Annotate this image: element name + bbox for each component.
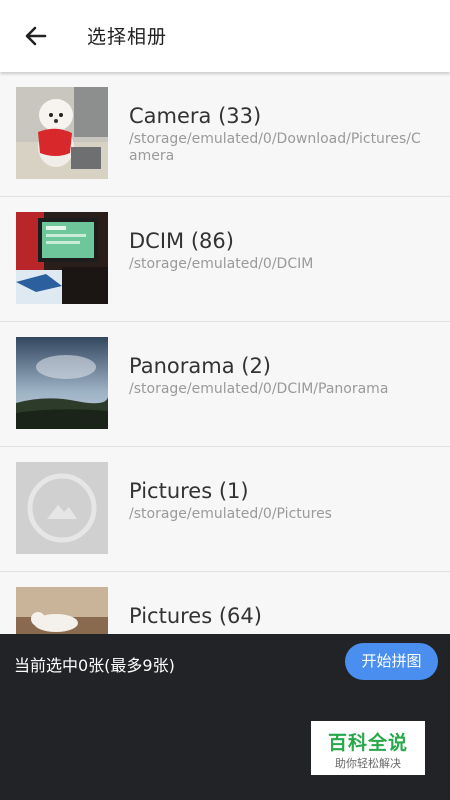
album-list[interactable]: Camera (33) /storage/emulated/0/Download…	[0, 72, 450, 634]
page-title: 选择相册	[87, 26, 168, 48]
album-item-pictures-64[interactable]: Pictures (64)	[0, 572, 450, 634]
album-item-panorama[interactable]: Panorama (2) /storage/emulated/0/DCIM/Pa…	[0, 322, 450, 447]
album-thumbnail-placeholder	[16, 462, 108, 554]
album-path: /storage/emulated/0/DCIM/Panorama	[129, 381, 389, 397]
selection-count-label: 当前选中0张(最多9张)	[14, 656, 175, 675]
album-path: /storage/emulated/0/DCIM	[129, 256, 314, 272]
album-item-pictures[interactable]: Pictures (1) /storage/emulated/0/Picture…	[0, 447, 450, 572]
album-name: Pictures (64)	[129, 604, 262, 628]
album-item-camera[interactable]: Camera (33) /storage/emulated/0/Download…	[0, 72, 450, 197]
watermark-logo: 百科全说 助你轻松解决	[311, 721, 425, 775]
bottom-bar: 当前选中0张(最多9张) 开始拼图	[0, 634, 450, 800]
album-name: Panorama (2)	[129, 354, 271, 378]
album-thumbnail	[16, 212, 108, 304]
album-thumbnail	[16, 587, 108, 634]
album-name: Camera (33)	[129, 104, 262, 128]
album-thumbnail	[16, 87, 108, 179]
app-bar: 选择相册	[0, 0, 450, 72]
watermark-subtitle: 助你轻松解决	[335, 757, 401, 770]
album-path: /storage/emulated/0/Download/Pictures/Ca…	[129, 131, 421, 164]
album-name: Pictures (1)	[129, 479, 249, 503]
album-name: DCIM (86)	[129, 229, 234, 253]
back-arrow-icon[interactable]	[18, 18, 54, 54]
watermark-title: 百科全说	[327, 732, 408, 754]
album-path: /storage/emulated/0/Pictures	[129, 506, 332, 522]
album-thumbnail	[16, 337, 108, 429]
album-item-dcim[interactable]: DCIM (86) /storage/emulated/0/DCIM	[0, 197, 450, 322]
start-collage-button[interactable]: 开始拼图	[345, 643, 438, 680]
